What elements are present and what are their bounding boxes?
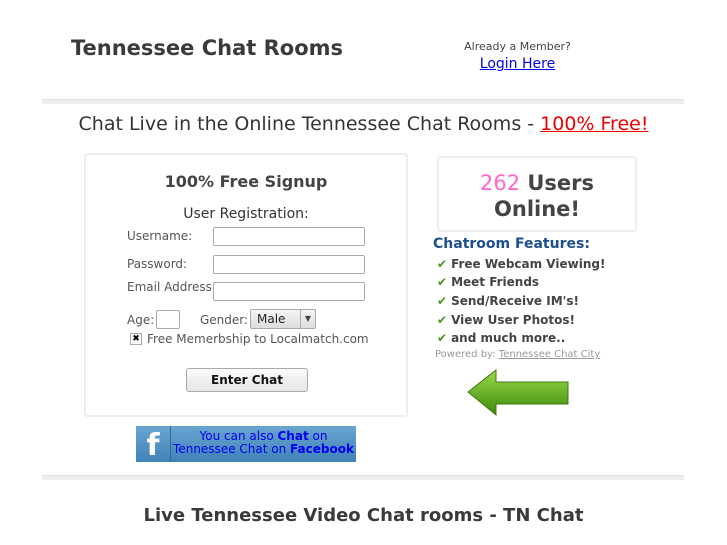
headline-text: Chat Live in the Online Tennessee Chat R… [78,113,541,135]
users-online-box: 262 Users Online! [437,156,637,232]
powered-by-link[interactable]: Tennessee Chat City [499,349,600,360]
username-label: Username: [127,229,193,243]
email-label: Email Address: [127,280,216,294]
user-count: 262 [479,171,521,195]
username-input[interactable] [213,227,365,246]
gender-label: Gender: [200,313,249,327]
check-icon: ✔ [437,275,448,289]
age-label: Age: [127,313,155,327]
member-prompt: Already a Member? [464,40,571,53]
email-input[interactable] [213,282,365,301]
gender-value: Male [257,312,286,326]
powered-by: Powered by: Tennessee Chat City [435,349,601,360]
password-input[interactable] [213,255,365,274]
enter-chat-button[interactable]: Enter Chat [186,368,308,392]
headline-free-link[interactable]: 100% Free! [540,113,648,135]
headline: Chat Live in the Online Tennessee Chat R… [0,113,727,135]
password-label: Password: [127,257,188,271]
feature-item: ✔ Free Webcam Viewing! [437,257,606,271]
facebook-text: You can also Chat on Tennessee Chat on Fa… [173,429,354,456]
facebook-banner[interactable]: f You can also Chat on Tennessee Chat on … [136,426,356,463]
localmatch-checkbox[interactable]: ✖ [130,333,142,345]
localmatch-label: Free Memerbship to Localmatch.com [147,332,369,346]
users-label: Users [527,171,595,195]
feature-item: ✔ View User Photos! [437,313,575,327]
facebook-icon: f [136,426,171,463]
features-title: Chatroom Features: [433,236,590,252]
feature-item: ✔ and much more.. [437,331,566,345]
feature-item: ✔ Send/Receive IM's! [437,294,579,308]
check-icon: ✔ [437,257,448,271]
site-title: Tennessee Chat Rooms [71,36,344,60]
login-link[interactable]: Login Here [440,56,595,72]
online-label: Online! [494,197,580,221]
arrow-left-icon [467,368,569,417]
chevron-down-icon: ▼ [300,310,315,328]
footer-heading: Live Tennessee Video Chat rooms - TN Cha… [143,505,584,526]
divider [42,475,684,480]
gender-select[interactable]: Male ▼ [250,309,316,329]
member-login: Already a Member? Login Here [440,40,595,72]
signup-title: 100% Free Signup [164,172,328,191]
feature-item: ✔ Meet Friends [437,275,540,289]
registration-subtitle: User Registration: [183,206,309,222]
check-icon: ✔ [437,331,448,345]
check-icon: ✔ [437,313,448,327]
check-icon: ✔ [437,294,448,308]
divider [42,99,684,104]
age-input[interactable] [156,310,180,329]
